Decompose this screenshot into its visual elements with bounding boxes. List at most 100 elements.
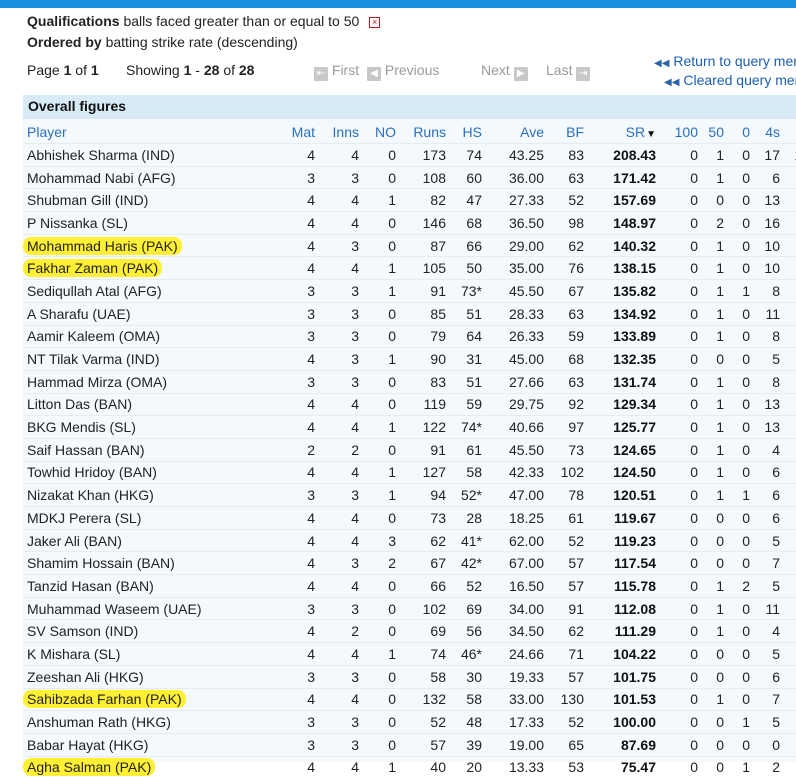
highlighted-player-name[interactable]: Mohammad Haris (PAK)	[23, 236, 182, 255]
cell-player-name[interactable]: Anshuman Rath (HKG)	[23, 710, 250, 734]
cell-runs: 173	[402, 143, 452, 167]
col-bf[interactable]: BF	[550, 120, 590, 144]
player-link[interactable]: Babar Hayat (HKG)	[27, 737, 148, 753]
player-link[interactable]: Saif Hassan (BAN)	[27, 442, 144, 458]
cell-player-name[interactable]: K Mishara (SL)	[23, 642, 250, 666]
col-sr[interactable]: SR▼	[590, 120, 662, 144]
cell-sixes: 1	[786, 551, 796, 575]
player-link[interactable]: Sediqullah Atal (AFG)	[27, 283, 162, 299]
cell-player-name[interactable]: Saif Hassan (BAN)	[23, 437, 250, 462]
previous-page-button[interactable]: ◀ Previous	[367, 62, 439, 81]
cell-player-name[interactable]: Agha Salman (PAK)	[23, 755, 250, 778]
cell-player-name[interactable]: Zeeshan Ali (HKG)	[23, 664, 250, 688]
last-page-button[interactable]: Last ⇥	[546, 62, 591, 81]
player-link[interactable]: Litton Das (BAN)	[27, 396, 132, 412]
player-link[interactable]: Mohammad Nabi (AFG)	[27, 170, 176, 186]
player-link[interactable]: SV Samson (IND)	[27, 623, 138, 639]
player-link[interactable]: Muhammad Waseem (UAE)	[27, 601, 202, 617]
cell-player-name[interactable]: P Nissanka (SL)	[23, 211, 250, 235]
order-text: batting strike rate (descending)	[105, 34, 298, 50]
player-link[interactable]: P Nissanka (SL)	[27, 215, 128, 231]
player-link[interactable]: Zeeshan Ali (HKG)	[27, 669, 144, 685]
col-4s[interactable]: 4s	[756, 120, 786, 144]
cell-high-score: 46*	[452, 642, 488, 666]
col-mat[interactable]: Mat	[250, 120, 321, 144]
cell-fours: 7	[756, 687, 786, 711]
cell-balls-faced: 73	[550, 437, 590, 462]
cell-player-name[interactable]: SV Samson (IND)	[23, 619, 250, 643]
player-link[interactable]: BKG Mendis (SL)	[27, 419, 136, 435]
cell-player-name[interactable]: Abhishek Sharma (IND)	[23, 143, 250, 167]
cell-player-name[interactable]: Jaker Ali (BAN)	[23, 528, 250, 552]
col-6s[interactable]: 6s	[786, 120, 796, 144]
first-page-button[interactable]: ⇤ First	[314, 62, 359, 81]
highlighted-player-name[interactable]: Fakhar Zaman (PAK)	[23, 259, 163, 278]
player-link[interactable]: Abhishek Sharma (IND)	[27, 147, 175, 163]
col-inns[interactable]: Inns	[321, 120, 365, 144]
player-link[interactable]: A Sharafu (UAE)	[27, 306, 131, 322]
player-link[interactable]: Nizakat Khan (HKG)	[27, 487, 154, 503]
cell-runs: 58	[402, 664, 452, 688]
cell-balls-faced: 62	[550, 233, 590, 257]
cell-player-name[interactable]: Muhammad Waseem (UAE)	[23, 596, 250, 620]
col-no[interactable]: NO	[365, 120, 402, 144]
next-page-button[interactable]: Next ▶	[481, 62, 528, 81]
player-link[interactable]: MDKJ Perera (SL)	[27, 510, 141, 526]
highlighted-player-name[interactable]: Sahibzada Farhan (PAK)	[23, 690, 186, 709]
player-link[interactable]: K Mishara (SL)	[27, 646, 120, 662]
table-row: NT Tilak Varma (IND) 4 3 1 90 31 45.00 68 132.35…	[23, 347, 796, 371]
table-row: K Mishara (SL)4417446*24.6671104.2200053	[23, 642, 796, 666]
col-100[interactable]: 100	[662, 120, 704, 144]
cell-strike-rate: 101.53	[590, 687, 662, 711]
player-link[interactable]: Aamir Kaleem (OMA)	[27, 328, 160, 344]
cell-fifties: 0	[704, 528, 730, 552]
cell-average: 18.25	[488, 506, 550, 530]
cell-matches: 3	[250, 301, 321, 325]
cell-player-name[interactable]: Nizakat Khan (HKG)	[23, 483, 250, 507]
cell-player-name[interactable]: MDKJ Perera (SL)	[23, 506, 250, 530]
cell-player-name[interactable]: Aamir Kaleem (OMA)	[23, 324, 250, 348]
cell-ducks: 0	[730, 143, 756, 167]
cell-not-outs: 1	[365, 256, 402, 280]
player-link[interactable]: Towhid Hridoy (BAN)	[27, 464, 157, 480]
cell-player-name[interactable]: Fakhar Zaman (PAK)	[23, 256, 250, 280]
cell-player-name[interactable]: Shubman Gill (IND)	[23, 188, 250, 212]
player-link[interactable]: Shamim Hossain (BAN)	[27, 555, 175, 571]
col-runs[interactable]: Runs	[402, 120, 452, 144]
col-0[interactable]: 0	[730, 120, 756, 144]
cell-player-name[interactable]: Mohammad Haris (PAK)	[23, 233, 250, 257]
showing-total: 28	[238, 62, 255, 78]
player-link[interactable]: Hammad Mirza (OMA)	[27, 374, 167, 390]
cell-player-name[interactable]: Sediqullah Atal (AFG)	[23, 279, 250, 303]
cell-player-name[interactable]: Babar Hayat (HKG)	[23, 732, 250, 757]
cell-player-name[interactable]: A Sharafu (UAE)	[23, 301, 250, 325]
player-link[interactable]: Tanzid Hasan (BAN)	[27, 578, 154, 594]
highlighted-player-name[interactable]: Agha Salman (PAK)	[23, 758, 156, 777]
col-50[interactable]: 50	[704, 120, 730, 144]
col-hs[interactable]: HS	[452, 120, 488, 144]
player-link[interactable]: NT Tilak Varma (IND)	[27, 351, 160, 367]
cell-player-name[interactable]: Mohammad Nabi (AFG)	[23, 165, 250, 189]
col-player[interactable]: Player	[23, 120, 250, 144]
cell-player-name[interactable]: Hammad Mirza (OMA)	[23, 369, 250, 394]
cell-sixes: 4	[786, 732, 796, 757]
cleared-query-link[interactable]: ◀◀ Cleared query mer	[654, 72, 796, 91]
cell-player-name[interactable]: Towhid Hridoy (BAN)	[23, 460, 250, 484]
cell-matches: 3	[250, 324, 321, 348]
player-link[interactable]: Jaker Ali (BAN)	[27, 533, 122, 549]
player-link[interactable]: Shubman Gill (IND)	[27, 192, 148, 208]
cell-player-name[interactable]: Sahibzada Farhan (PAK)	[23, 687, 250, 711]
col-ave[interactable]: Ave	[488, 120, 550, 144]
cell-player-name[interactable]: Tanzid Hasan (BAN)	[23, 574, 250, 598]
player-link[interactable]: Anshuman Rath (HKG)	[27, 714, 171, 730]
cell-player-name[interactable]: Shamim Hossain (BAN)	[23, 551, 250, 575]
cell-strike-rate: 75.47	[590, 755, 662, 778]
cell-not-outs: 0	[365, 369, 402, 394]
cell-player-name[interactable]: BKG Mendis (SL)	[23, 415, 250, 439]
return-to-query-link[interactable]: ◀◀ Return to query mer	[654, 53, 796, 72]
cell-runs: 146	[402, 211, 452, 235]
remove-qualification-icon[interactable]: ×	[369, 17, 381, 28]
cell-player-name[interactable]: Litton Das (BAN)	[23, 392, 250, 416]
table-row: Towhid Hridoy (BAN) 4 4 1 127 58 42.33 102 124.5…	[23, 460, 796, 484]
cell-player-name[interactable]: NT Tilak Varma (IND)	[23, 347, 250, 371]
